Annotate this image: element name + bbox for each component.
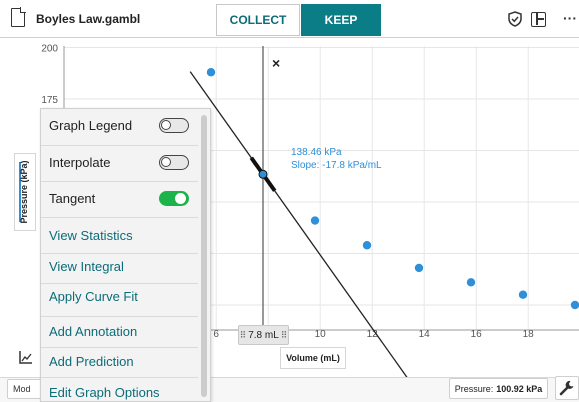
mode-selector[interactable]: Mod [7, 379, 43, 399]
menu-scrollbar[interactable] [201, 115, 207, 397]
menu-divider [41, 253, 198, 254]
x-axis-label[interactable]: Volume (mL) [280, 347, 346, 369]
x-tick-label: 10 [315, 329, 327, 340]
more-icon[interactable]: ··· [563, 10, 577, 26]
menu-item-graph-legend[interactable]: Graph Legend [49, 118, 132, 133]
cursor-value-text: 7.8 mL [248, 329, 279, 341]
data-point[interactable] [518, 290, 528, 299]
pressure-meter[interactable]: Pressure: 100.92 kPa [449, 378, 548, 399]
menu-item-interpolate[interactable]: Interpolate [49, 155, 110, 170]
menu-item-view-integral[interactable]: View Integral [49, 259, 124, 274]
shield-check-icon[interactable] [508, 11, 522, 27]
menu-divider [41, 283, 198, 284]
x-tick-label: 18 [523, 329, 535, 340]
data-point[interactable] [466, 278, 476, 287]
data-point[interactable] [206, 68, 216, 77]
tangent-pressure: 138.46 kPa [291, 147, 342, 158]
graph-tools-icon[interactable] [18, 350, 33, 365]
file-icon[interactable] [11, 7, 26, 27]
menu-divider [41, 181, 198, 182]
tangent-toggle[interactable] [159, 191, 189, 206]
menu-item-tangent[interactable]: Tangent [49, 191, 95, 206]
tab-keep[interactable]: KEEP [301, 4, 381, 36]
y-tick-label: 200 [41, 44, 58, 55]
tangent-slope: Slope: -17.8 kPa/mL [291, 160, 382, 171]
menu-item-add-annotation[interactable]: Add Annotation [49, 324, 137, 339]
data-point[interactable] [362, 241, 372, 250]
cursor-value-handle[interactable]: ⠿ 7.8 mL ⠿ [238, 325, 289, 345]
wrench-button[interactable] [555, 376, 579, 400]
layout-icon[interactable] [531, 12, 546, 27]
interpolate-toggle[interactable] [159, 155, 189, 170]
y-tick-label: 175 [41, 95, 58, 106]
menu-item-add-prediction[interactable]: Add Prediction [49, 354, 134, 369]
pressure-meter-label: Pressure: [454, 383, 494, 394]
menu-item-view-statistics[interactable]: View Statistics [49, 228, 133, 243]
toggle-knob [175, 192, 186, 204]
menu-divider [41, 217, 198, 218]
x-tick-label: 16 [471, 329, 483, 340]
toggle-knob [161, 120, 171, 130]
menu-divider [41, 316, 198, 317]
graph-context-menu: Graph Legend Interpolate Tangent View St… [40, 108, 211, 402]
close-icon[interactable]: × [272, 55, 280, 71]
y-axis-label: Pressure (kPa) [19, 160, 29, 224]
x-tick-label: 6 [213, 329, 219, 340]
menu-item-apply-curve-fit[interactable]: Apply Curve Fit [49, 289, 138, 304]
data-point[interactable] [414, 263, 424, 273]
tab-collect[interactable]: COLLECT [216, 4, 300, 36]
top-bar: Boyles Law.gambl COLLECT KEEP ··· [0, 0, 579, 38]
menu-divider [41, 347, 198, 348]
data-point[interactable] [570, 300, 579, 310]
drag-handle-icon[interactable]: ⠿ [240, 330, 247, 341]
wrench-icon [559, 380, 574, 396]
file-name[interactable]: Boyles Law.gambl [36, 12, 140, 26]
data-point[interactable] [310, 216, 320, 225]
menu-divider [41, 377, 198, 378]
tangent-point[interactable] [258, 169, 268, 179]
x-tick-label: 14 [419, 329, 431, 340]
tangent-readout: 138.46 kPa Slope: -17.8 kPa/mL [291, 146, 382, 172]
drag-handle-icon[interactable]: ⠿ [281, 330, 288, 341]
pressure-meter-value: 100.92 kPa [496, 383, 543, 394]
toggle-knob [161, 157, 171, 167]
graph-legend-toggle[interactable] [159, 118, 189, 133]
menu-item-edit-graph-options[interactable]: Edit Graph Options [49, 385, 160, 400]
menu-divider [41, 145, 198, 146]
